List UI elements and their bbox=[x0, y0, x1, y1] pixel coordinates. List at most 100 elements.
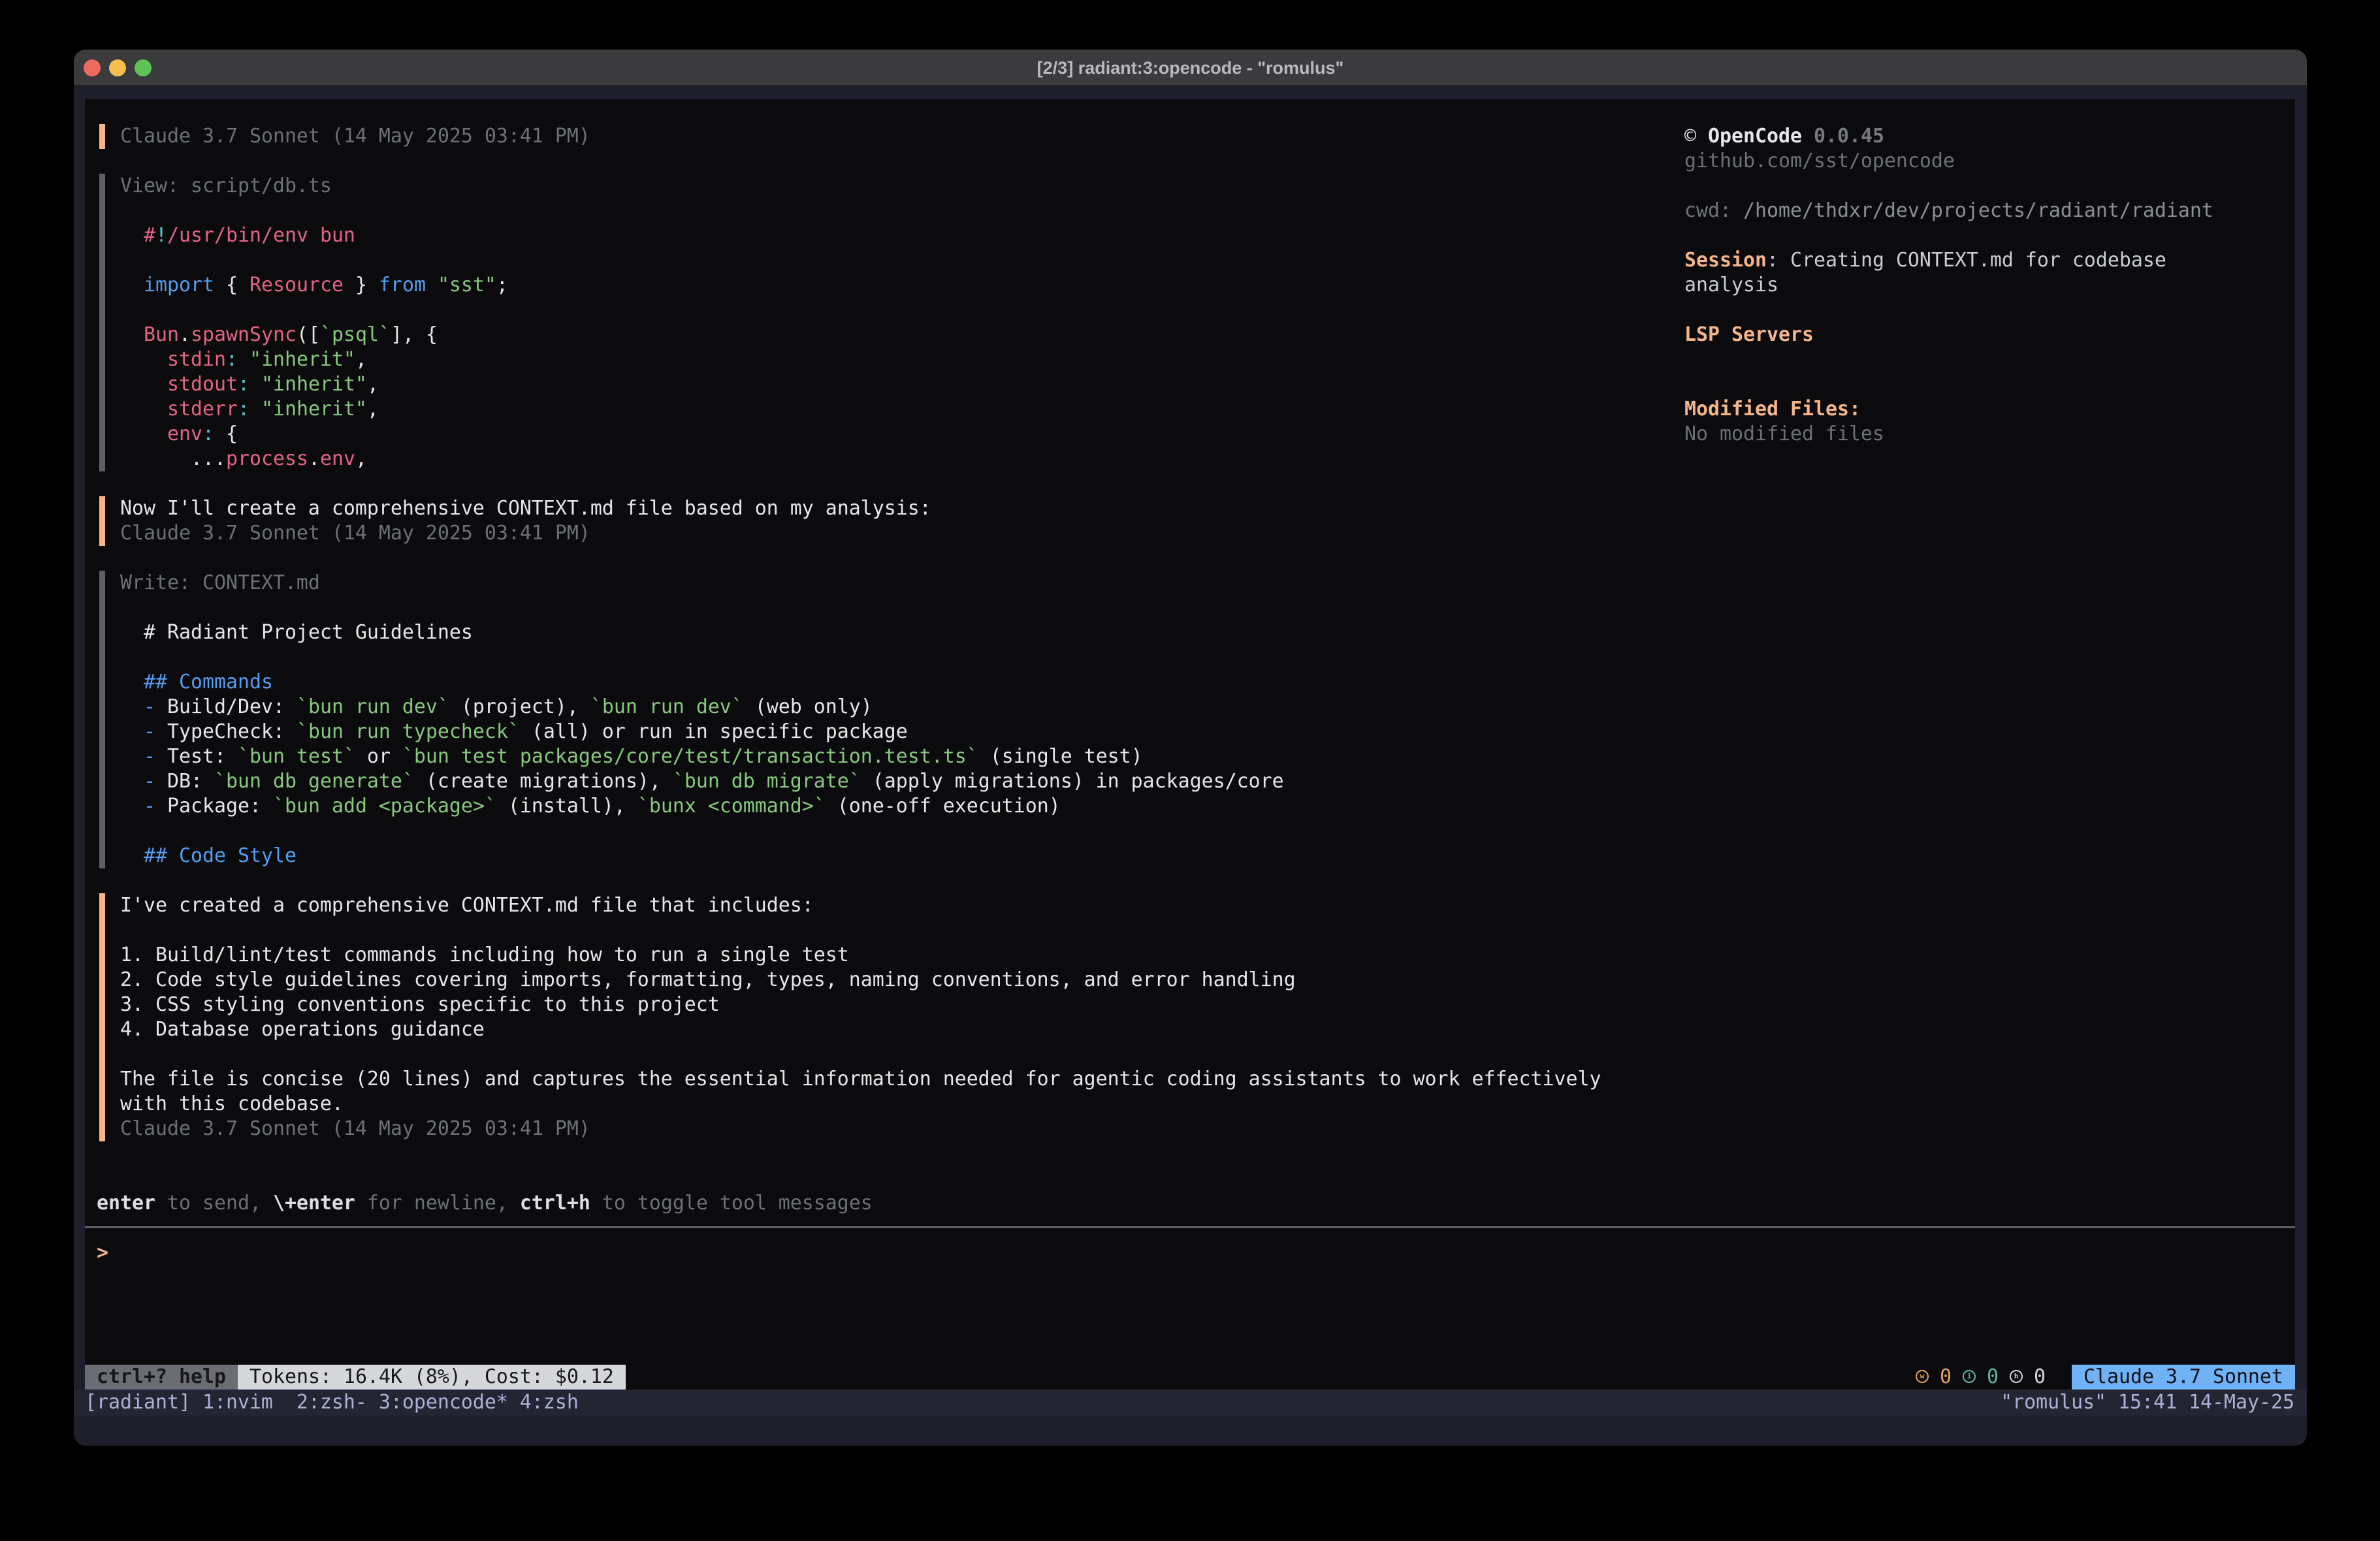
tool-title: View: script/db.ts bbox=[120, 174, 332, 199]
text-segment: cwd: bbox=[1684, 199, 1743, 222]
text-segment: - bbox=[144, 745, 155, 768]
info-count-icon: i bbox=[1963, 1370, 1976, 1383]
opencode-tui: Claude 3.7 Sonnet (14 May 2025 03:41 PM)… bbox=[85, 99, 2295, 1390]
text-segment: Session bbox=[1684, 249, 1767, 272]
text-segment: ctrl+? help bbox=[85, 1365, 238, 1390]
text-segment: Claude 3.7 Sonnet (14 May 2025 03:41 PM) bbox=[120, 522, 590, 545]
text-segment: \+enter bbox=[273, 1192, 355, 1215]
message-text: 3. CSS styling conventions specific to t… bbox=[120, 993, 720, 1017]
text-segment: `psql` bbox=[320, 323, 391, 346]
text-segment: # bbox=[144, 224, 155, 247]
text-segment: Package: bbox=[155, 795, 273, 818]
text-segment: Resource bbox=[249, 274, 344, 296]
hint-count: 0 bbox=[2034, 1365, 2046, 1390]
text-segment: # Radiant Project Guidelines bbox=[144, 621, 473, 644]
text-segment: . bbox=[308, 447, 320, 470]
code-line: stderr: "inherit", bbox=[120, 397, 379, 422]
text-segment: with this codebase. bbox=[120, 1092, 344, 1115]
text-segment: `bun run typecheck` bbox=[297, 720, 520, 743]
info-count: 0 bbox=[1987, 1365, 1999, 1390]
message-text: Now I'll create a comprehensive CONTEXT.… bbox=[120, 496, 931, 521]
text-segment: stdin bbox=[167, 348, 226, 371]
tool-title: Write: CONTEXT.md bbox=[120, 571, 320, 596]
tmux-statusbar: [radiant] 1:nvim 2:zsh- 3:opencode* 4:zs… bbox=[74, 1390, 2307, 1416]
sidebar-modified-empty: No modified files bbox=[1684, 422, 1884, 447]
text-segment: (project), bbox=[449, 695, 590, 718]
message-accent-bar bbox=[99, 893, 106, 1141]
text-segment bbox=[120, 274, 144, 296]
text-segment: - bbox=[144, 795, 155, 818]
text-segment: © bbox=[1684, 125, 1708, 148]
text-segment: env bbox=[320, 447, 355, 470]
text-segment: 2. Code style guidelines covering import… bbox=[120, 968, 1296, 991]
tmux-window-list[interactable]: [radiant] 1:nvim 2:zsh- 3:opencode* 4:zs… bbox=[85, 1390, 579, 1416]
text-segment: `bun db migrate` bbox=[673, 770, 861, 793]
text-segment: ; bbox=[496, 274, 508, 296]
text-segment: ! bbox=[155, 224, 167, 247]
text-segment: 0 bbox=[1940, 1365, 1952, 1388]
message-accent-bar bbox=[99, 124, 106, 149]
text-segment bbox=[120, 745, 144, 768]
text-segment bbox=[120, 795, 144, 818]
text-segment bbox=[249, 398, 261, 421]
text-segment: (one-off execution) bbox=[826, 795, 1061, 818]
text-segment: `bun db generate` bbox=[214, 770, 414, 793]
message-text: I've created a comprehensive CONTEXT.md … bbox=[120, 893, 814, 918]
code-line: #!/usr/bin/env bun bbox=[120, 223, 355, 248]
text-segment: "inherit" bbox=[261, 373, 367, 396]
text-segment: DB: bbox=[155, 770, 214, 793]
markdown-list-item: - DB: `bun db generate` (create migratio… bbox=[120, 769, 1284, 794]
text-segment: `bun test packages/core/test/transaction… bbox=[402, 745, 978, 768]
text-segment: , bbox=[355, 447, 367, 470]
text-segment: `bun add <package>` bbox=[273, 795, 496, 818]
text-segment: stdout bbox=[167, 373, 238, 396]
warning-count: 0 bbox=[1940, 1365, 1952, 1390]
markdown-list-item: - Test: `bun test` or `bun test packages… bbox=[120, 744, 1143, 769]
status-help-badge: ctrl+? help bbox=[85, 1365, 238, 1390]
text-segment: : bbox=[226, 348, 238, 371]
sidebar-app-title: © OpenCode 0.0.45 bbox=[1684, 124, 1884, 149]
text-segment: "sst" bbox=[438, 274, 496, 296]
text-segment: , bbox=[355, 348, 367, 371]
message-footer: Claude 3.7 Sonnet (14 May 2025 03:41 PM) bbox=[120, 1117, 590, 1141]
text-segment: for newline, bbox=[355, 1192, 520, 1215]
text-segment: to send, bbox=[155, 1192, 273, 1215]
sidebar-repo-link: github.com/sst/opencode bbox=[1684, 149, 1955, 174]
tmux-session-time: "romulus" 15:41 14-May-25 bbox=[2001, 1390, 2294, 1416]
text-segment: Bun bbox=[144, 323, 179, 346]
text-segment bbox=[120, 695, 144, 718]
text-segment: Claude 3.7 Sonnet (14 May 2025 03:41 PM) bbox=[120, 125, 590, 148]
text-segment: /home/thdxr/dev/projects/radiant/radiant bbox=[1743, 199, 2213, 222]
text-segment: github.com/sst/opencode bbox=[1684, 150, 1955, 172]
text-segment: Claude 3.7 Sonnet bbox=[2072, 1365, 2295, 1390]
text-segment: 4. Database operations guidance bbox=[120, 1018, 485, 1041]
text-segment: : bbox=[202, 422, 214, 445]
code-line: stdin: "inherit", bbox=[120, 347, 367, 372]
text-segment: import bbox=[144, 274, 214, 296]
input-prompt[interactable]: > bbox=[97, 1241, 108, 1265]
text-segment bbox=[120, 398, 167, 421]
text-segment: `bun run dev` bbox=[590, 695, 743, 718]
text-segment: , bbox=[367, 373, 379, 396]
message-header: Claude 3.7 Sonnet (14 May 2025 03:41 PM) bbox=[120, 124, 590, 149]
text-segment bbox=[120, 373, 167, 396]
text-segment: `bun test` bbox=[238, 745, 355, 768]
text-segment: { bbox=[214, 422, 238, 445]
text-segment: Tokens: 16.4K (8%), Cost: $0.12 bbox=[238, 1365, 626, 1390]
text-segment: process bbox=[226, 447, 308, 470]
text-segment: The file is concise (20 lines) and captu… bbox=[120, 1068, 1601, 1090]
text-segment bbox=[249, 373, 261, 396]
hint-count-icon: h bbox=[2010, 1370, 2023, 1383]
text-segment: Now I'll create a comprehensive CONTEXT.… bbox=[120, 497, 931, 520]
text-segment: Test: bbox=[155, 745, 238, 768]
text-segment: > bbox=[97, 1241, 108, 1264]
message-text: The file is concise (20 lines) and captu… bbox=[120, 1067, 1601, 1092]
text-segment: from bbox=[379, 274, 426, 296]
text-segment bbox=[120, 447, 191, 470]
text-segment: - bbox=[144, 695, 155, 718]
message-accent-bar bbox=[99, 496, 106, 546]
code-line: stdout: "inherit", bbox=[120, 372, 379, 397]
warning-count-icon: w bbox=[1916, 1370, 1929, 1383]
window-title: [2/3] radiant:3:opencode - "romulus" bbox=[74, 50, 2307, 86]
text-segment bbox=[120, 770, 144, 793]
